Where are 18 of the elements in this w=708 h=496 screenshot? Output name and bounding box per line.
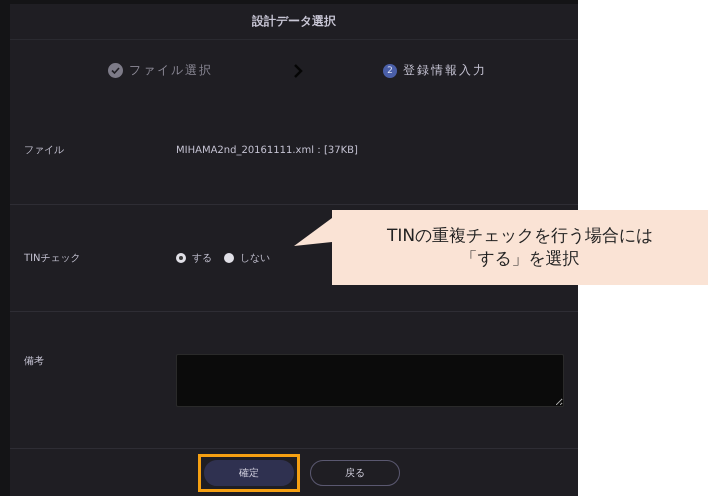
radio-option[interactable]: する (176, 251, 212, 265)
field-label: ファイル (24, 144, 65, 157)
step-label: 登録情報入力 (403, 62, 487, 79)
step-number: 2 (383, 64, 397, 78)
callout-text: TINの重複チェックを行う場合には 「する」を選択 (386, 225, 654, 270)
remarks-field[interactable] (176, 354, 564, 407)
file-name: MIHAMA2nd_20161111.xml：[37KB] (176, 144, 358, 157)
field-label: TINチェック (24, 252, 82, 265)
chevron-icon (293, 64, 303, 78)
radio-button-icon[interactable] (176, 253, 186, 263)
dialog-title: 設計データ選択 (252, 13, 336, 30)
step-label: ファイル選択 (129, 62, 213, 79)
field-label: 備考 (24, 354, 45, 368)
confirm-button[interactable]: 確定 (204, 460, 294, 486)
check-icon (108, 63, 123, 78)
radio-button-icon[interactable] (224, 253, 234, 263)
radio-option[interactable]: しない (224, 251, 270, 265)
back-button[interactable]: 戻る (310, 460, 400, 486)
